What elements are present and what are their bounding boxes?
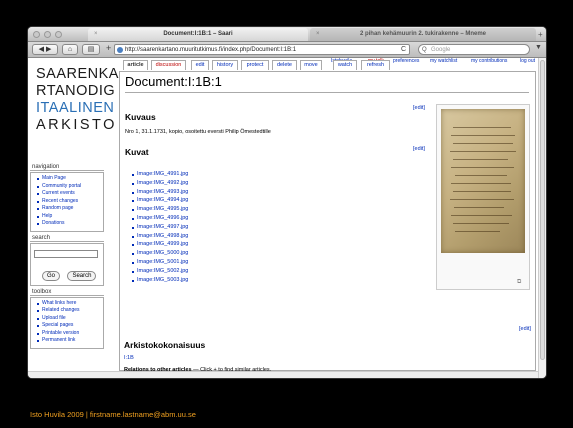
navigation-heading: navigation (30, 164, 104, 171)
tab-history[interactable]: history (212, 60, 238, 70)
browser-toolbar: ◀ ▶ ⌂ ▤ + http://saarenkartano.muuritutk… (28, 42, 546, 58)
search-heading: search (30, 235, 104, 242)
tab-delete[interactable]: delete (272, 60, 297, 70)
kuvaus-heading: Kuvaus (125, 112, 156, 122)
site-logo[interactable]: SAARENKA RTANODIG ITAALINEN ARKISTO (36, 66, 119, 134)
search-portlet: Go Search (30, 242, 104, 286)
title-divider (125, 92, 529, 93)
image-link[interactable]: Image:IMG_4999.jpg (132, 240, 188, 249)
go-button[interactable]: Go (42, 270, 61, 281)
tab-protect[interactable]: protect (241, 60, 269, 70)
slide-footer: Isto Huvila 2009 | firstname.lastname@ab… (30, 410, 196, 419)
edit-arkisto-link[interactable]: [edit] (519, 326, 531, 332)
my-contributions-link[interactable]: my contributions (471, 58, 507, 64)
address-bar[interactable]: http://saarenkartano.muuritutkimus.fi/in… (114, 44, 410, 55)
manuscript-image[interactable] (441, 109, 525, 253)
sidebar: navigation Main Page Community portal Cu… (30, 162, 104, 352)
search-button[interactable]: Search (67, 270, 97, 281)
nav-recent-changes[interactable]: Recent changes (37, 198, 100, 206)
log-out-link[interactable]: log out (520, 58, 535, 64)
browser-window: × Document:I:1B:1 – Saari × 2 pihan kehämu… (28, 27, 546, 378)
tool-upload-file[interactable]: Upload file (37, 315, 100, 323)
web-page: SAARENKA RTANODIG ITAALINEN ARKISTO navi… (28, 58, 538, 378)
magnify-icon[interactable]: ⧉ (517, 279, 521, 286)
tab-move[interactable]: move (300, 60, 322, 70)
wiki-search-input[interactable] (34, 250, 98, 258)
print-icon[interactable]: ▤ (82, 44, 100, 55)
image-link[interactable]: Image:IMG_5003.jpg (132, 276, 188, 285)
logo-line-4: ARKISTO (36, 117, 117, 133)
scrollbar-thumb[interactable] (540, 60, 545, 360)
back-forward-buttons[interactable]: ◀ ▶ (32, 44, 58, 55)
bookmarks-icon[interactable]: ▼ (535, 44, 545, 55)
tool-related-changes[interactable]: Related changes (37, 307, 100, 315)
content-area: Document:I:1B:1 [edit] Kuvaus Nro 1, 31.… (119, 71, 536, 371)
site-icon (117, 47, 123, 53)
image-link[interactable]: Image:IMG_4995.jpg (132, 205, 188, 214)
close-window-button[interactable] (33, 31, 40, 38)
image-list: Image:IMG_4991.jpg Image:IMG_4992.jpg Imag… (132, 170, 188, 284)
close-tab-icon[interactable]: × (94, 28, 98, 41)
kuvaus-text: Nro 1, 31.1.1731, kopio, osoitettu evers… (125, 129, 271, 135)
vertical-scrollbar[interactable] (538, 58, 546, 378)
image-link[interactable]: Image:IMG_4991.jpg (132, 170, 188, 179)
image-link[interactable]: Image:IMG_4998.jpg (132, 232, 188, 241)
arkisto-heading: Arkistokokonaisuus (124, 340, 206, 350)
image-link[interactable]: Image:IMG_4992.jpg (132, 179, 188, 188)
page-title: Document:I:1B:1 (125, 74, 222, 89)
image-link[interactable]: Image:IMG_4997.jpg (132, 223, 188, 232)
nav-donations[interactable]: Donations (37, 220, 100, 228)
close-tab-icon[interactable]: × (316, 28, 320, 41)
preferences-link[interactable]: preferences (393, 58, 419, 64)
toolbox-heading: toolbox (30, 289, 104, 296)
image-link[interactable]: Image:IMG_4996.jpg (132, 214, 188, 223)
tab-edit[interactable]: edit (191, 60, 209, 70)
reload-icon[interactable]: C (401, 45, 406, 54)
search-icon: Q (422, 47, 427, 53)
image-link[interactable]: Image:IMG_5001.jpg (132, 258, 188, 267)
tool-printable-version[interactable]: Printable version (37, 330, 100, 338)
search-field[interactable]: Q Google (418, 44, 530, 55)
add-bookmark-icon[interactable]: + (106, 43, 111, 53)
image-link[interactable]: Image:IMG_5002.jpg (132, 267, 188, 276)
kuvat-heading: Kuvat (125, 147, 149, 157)
image-link[interactable]: Image:IMG_4994.jpg (132, 196, 188, 205)
home-icon[interactable]: ⌂ (62, 44, 78, 55)
image-link[interactable]: Image:IMG_4993.jpg (132, 188, 188, 197)
nav-current-events[interactable]: Current events (37, 190, 100, 198)
tool-special-pages[interactable]: Special pages (37, 322, 100, 330)
tool-what-links-here[interactable]: What links here (37, 300, 100, 308)
tab-article[interactable]: article (123, 60, 148, 70)
nav-main-page[interactable]: Main Page (37, 175, 100, 183)
logo-line-2: RTANODIG (36, 83, 116, 99)
edit-kuvat-link[interactable]: [edit] (413, 146, 425, 152)
title-bar: × Document:I:1B:1 – Saari × 2 pihan kehämu… (28, 27, 546, 42)
navigation-portlet: Main Page Community portal Current event… (30, 172, 104, 232)
edit-kuvaus-link[interactable]: [edit] (413, 105, 425, 111)
tab-title: Document:I:1B:1 – Saari (163, 31, 233, 37)
new-tab-icon[interactable]: + (538, 28, 546, 41)
search-placeholder: Google (431, 47, 451, 53)
zoom-window-button[interactable] (55, 31, 62, 38)
tab-watch[interactable]: watch (333, 60, 357, 70)
logo-line-1: SAARENKA (36, 66, 119, 82)
tab-discussion[interactable]: discussion (151, 60, 186, 70)
arkisto-link[interactable]: I:1B (124, 355, 134, 361)
horizontal-scrollbar[interactable] (28, 371, 538, 378)
minimize-window-button[interactable] (44, 31, 51, 38)
my-watchlist-link[interactable]: my watchlist (430, 58, 457, 64)
nav-help[interactable]: Help (37, 213, 100, 221)
url-text: http://saarenkartano.muuritutkimus.fi/in… (125, 47, 297, 53)
tab-title: 2 pihan kehämuurin 2. tukirakenne – Mnem… (359, 31, 487, 37)
browser-tab-active[interactable]: × Document:I:1B:1 – Saari (88, 28, 308, 41)
tab-refresh[interactable]: refresh (361, 60, 390, 70)
image-link[interactable]: Image:IMG_5000.jpg (132, 249, 188, 258)
tool-permanent-link[interactable]: Permanent link (37, 337, 100, 345)
browser-tab-inactive[interactable]: × 2 pihan kehämuurin 2. tukirakenne – Mne… (310, 28, 536, 41)
nav-random-page[interactable]: Random page (37, 205, 100, 213)
logo-line-3: ITAALINEN (36, 100, 115, 116)
document-thumbnail[interactable]: ⧉ (436, 104, 530, 290)
nav-community-portal[interactable]: Community portal (37, 183, 100, 191)
toolbox-portlet: What links here Related changes Upload f… (30, 296, 104, 349)
